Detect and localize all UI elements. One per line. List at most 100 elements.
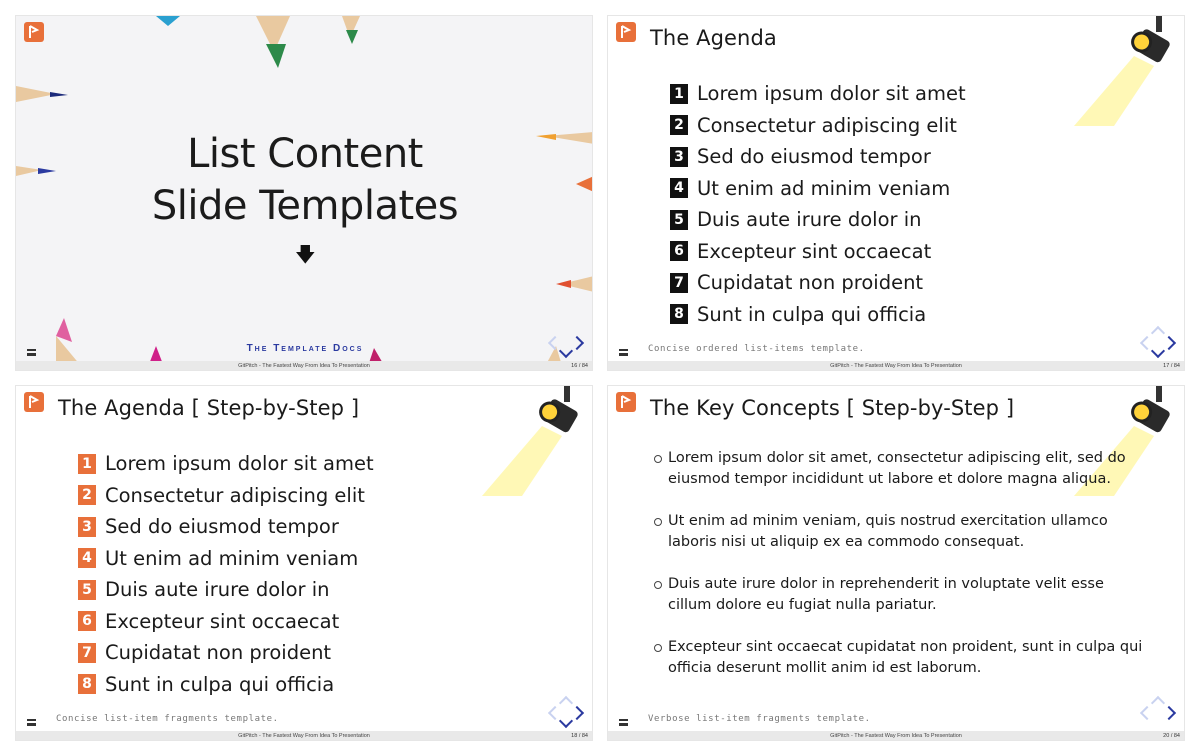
list-item-text: Consectetur adipiscing elit <box>697 113 957 137</box>
list-item: 4 Ut enim ad minim veniam <box>78 543 374 575</box>
slide-caption: Concise list-item fragments template. <box>56 714 279 724</box>
brand-label: The Template Docs <box>246 343 364 354</box>
list-item: 1 Lorem ipsum dolor sit amet <box>78 448 374 480</box>
nav-arrows[interactable] <box>1138 325 1178 360</box>
list-item: 5 Duis aute irure dolor in <box>78 574 374 606</box>
nav-arrows[interactable] <box>1138 695 1178 730</box>
nav-right-icon[interactable] <box>569 705 585 721</box>
gitpitch-logo-icon <box>24 392 44 412</box>
list-item: 8 Sunt in culpa qui officia <box>670 299 966 331</box>
list-number: 7 <box>670 272 688 293</box>
list-number: 3 <box>78 516 96 537</box>
list-item-text: Ut enim ad minim veniam <box>105 546 359 570</box>
slide-grid: List Content Slide Templates 🡇 The Templ… <box>0 0 1200 756</box>
spotlight-icon <box>482 386 578 496</box>
nav-down-icon[interactable] <box>558 713 574 729</box>
slide-caption: Verbose list-item fragments template. <box>648 714 871 724</box>
slide-main-title: List Content Slide Templates <box>16 128 592 232</box>
gitpitch-logo-icon <box>616 22 636 42</box>
list-item: Duis aute irure dolor in reprehenderit i… <box>654 574 1144 616</box>
menu-icon[interactable] <box>619 349 628 356</box>
list-item: 6 Excepteur sint occaecat <box>670 236 966 268</box>
gitpitch-logo-icon <box>24 22 44 42</box>
list-number: 5 <box>78 579 96 600</box>
list-number: 2 <box>78 485 96 506</box>
list-number: 6 <box>78 611 96 632</box>
title-line-1: List Content <box>187 131 423 177</box>
list-item-text: Excepteur sint occaecat <box>105 609 340 633</box>
list-item-text: Sunt in culpa qui officia <box>105 672 335 696</box>
nav-right-icon[interactable] <box>569 335 585 351</box>
list-number: 1 <box>670 83 688 104</box>
nav-down-icon[interactable] <box>1150 343 1166 359</box>
list-item-text: Duis aute irure dolor in <box>697 208 922 232</box>
nav-arrows[interactable] <box>546 326 586 360</box>
bullet-list: Lorem ipsum dolor sit amet, consectetur … <box>654 448 1144 700</box>
page-number: 17 / 84 <box>1163 363 1180 369</box>
list-number: 6 <box>670 241 688 262</box>
slide-title[interactable]: List Content Slide Templates 🡇 The Templ… <box>15 15 593 371</box>
nav-left-icon[interactable] <box>547 705 563 721</box>
nav-arrows[interactable] <box>546 695 586 730</box>
list-item: Excepteur sint occaecat cupidatat non pr… <box>654 637 1144 679</box>
title-line-2: Slide Templates <box>151 183 459 229</box>
list-number: 5 <box>670 209 688 230</box>
slide-agenda-steps[interactable]: The Agenda [ Step-by-Step ] 1 Lorem ipsum… <box>15 385 593 741</box>
page-number: 16 / 84 <box>571 363 588 369</box>
gitpitch-logo-icon <box>616 392 636 412</box>
nav-down-icon[interactable] <box>558 343 574 359</box>
list-item-text: Sunt in culpa qui officia <box>697 302 927 326</box>
slide-caption: Concise ordered list-items template. <box>648 344 865 354</box>
spotlight-icon <box>1074 16 1170 126</box>
nav-up-icon[interactable] <box>1150 695 1166 711</box>
list-item: 8 Sunt in culpa qui officia <box>78 669 374 701</box>
nav-right-icon[interactable] <box>1161 705 1177 721</box>
arrow-down-icon[interactable]: 🡇 <box>295 240 316 274</box>
nav-up-icon[interactable] <box>558 695 574 711</box>
list-number: 3 <box>670 146 688 167</box>
list-number: 8 <box>670 304 688 325</box>
list-item-text: Ut enim ad minim veniam <box>697 176 951 200</box>
slide-title: The Agenda <box>650 26 777 50</box>
menu-icon[interactable] <box>619 719 628 726</box>
list-item-text: Lorem ipsum dolor sit amet <box>105 452 374 476</box>
slide-title: The Key Concepts [ Step-by-Step ] <box>650 396 1015 420</box>
list-item-text: Consectetur adipiscing elit <box>105 483 365 507</box>
list-item-text: Duis aute irure dolor in <box>105 578 330 602</box>
list-item: 5 Duis aute irure dolor in <box>670 204 966 236</box>
slide-title: The Agenda [ Step-by-Step ] <box>58 396 360 420</box>
menu-icon[interactable] <box>27 349 36 356</box>
nav-left-icon[interactable] <box>547 335 563 351</box>
list-item-text: Excepteur sint occaecat <box>697 239 932 263</box>
nav-right-icon[interactable] <box>1161 335 1177 351</box>
list-item-text: Sed do eiusmod tempor <box>105 515 339 539</box>
slide-agenda[interactable]: The Agenda 1 Lorem ipsum dolor sit amet 2… <box>607 15 1185 371</box>
slide-key-concepts[interactable]: The Key Concepts [ Step-by-Step ] Lorem … <box>607 385 1185 741</box>
list-number: 1 <box>78 453 96 474</box>
footer-text: GitPitch - The Fastest Way From Idea To … <box>830 733 962 739</box>
list-item-text: Lorem ipsum dolor sit amet <box>697 82 966 106</box>
ordered-list: 1 Lorem ipsum dolor sit amet 2 Consectetur… <box>670 78 966 330</box>
footer-text: GitPitch - The Fastest Way From Idea To … <box>238 733 370 739</box>
list-item: 7 Cupidatat non proident <box>78 637 374 669</box>
list-item-text: Cupidatat non proident <box>697 271 924 295</box>
list-number: 2 <box>670 115 688 136</box>
list-item: 3 Sed do eiusmod tempor <box>78 511 374 543</box>
list-item: 3 Sed do eiusmod tempor <box>670 141 966 173</box>
list-number: 4 <box>78 548 96 569</box>
nav-left-icon[interactable] <box>1139 705 1155 721</box>
list-item-text: Sed do eiusmod tempor <box>697 145 931 169</box>
list-item: 2 Consectetur adipiscing elit <box>670 110 966 142</box>
list-item: 6 Excepteur sint occaecat <box>78 606 374 638</box>
menu-icon[interactable] <box>27 719 36 726</box>
nav-left-icon[interactable] <box>1139 335 1155 351</box>
list-item: 4 Ut enim ad minim veniam <box>670 173 966 205</box>
nav-up-icon[interactable] <box>1150 325 1166 341</box>
list-item: Ut enim ad minim veniam, quis nostrud ex… <box>654 511 1144 553</box>
ordered-list: 1 Lorem ipsum dolor sit amet 2 Consectetur… <box>78 448 374 700</box>
list-item: Lorem ipsum dolor sit amet, consectetur … <box>654 448 1144 490</box>
page-number: 20 / 84 <box>1163 733 1180 739</box>
list-number: 8 <box>78 674 96 695</box>
footer-text: GitPitch - The Fastest Way From Idea To … <box>830 363 962 369</box>
list-number: 7 <box>78 642 96 663</box>
